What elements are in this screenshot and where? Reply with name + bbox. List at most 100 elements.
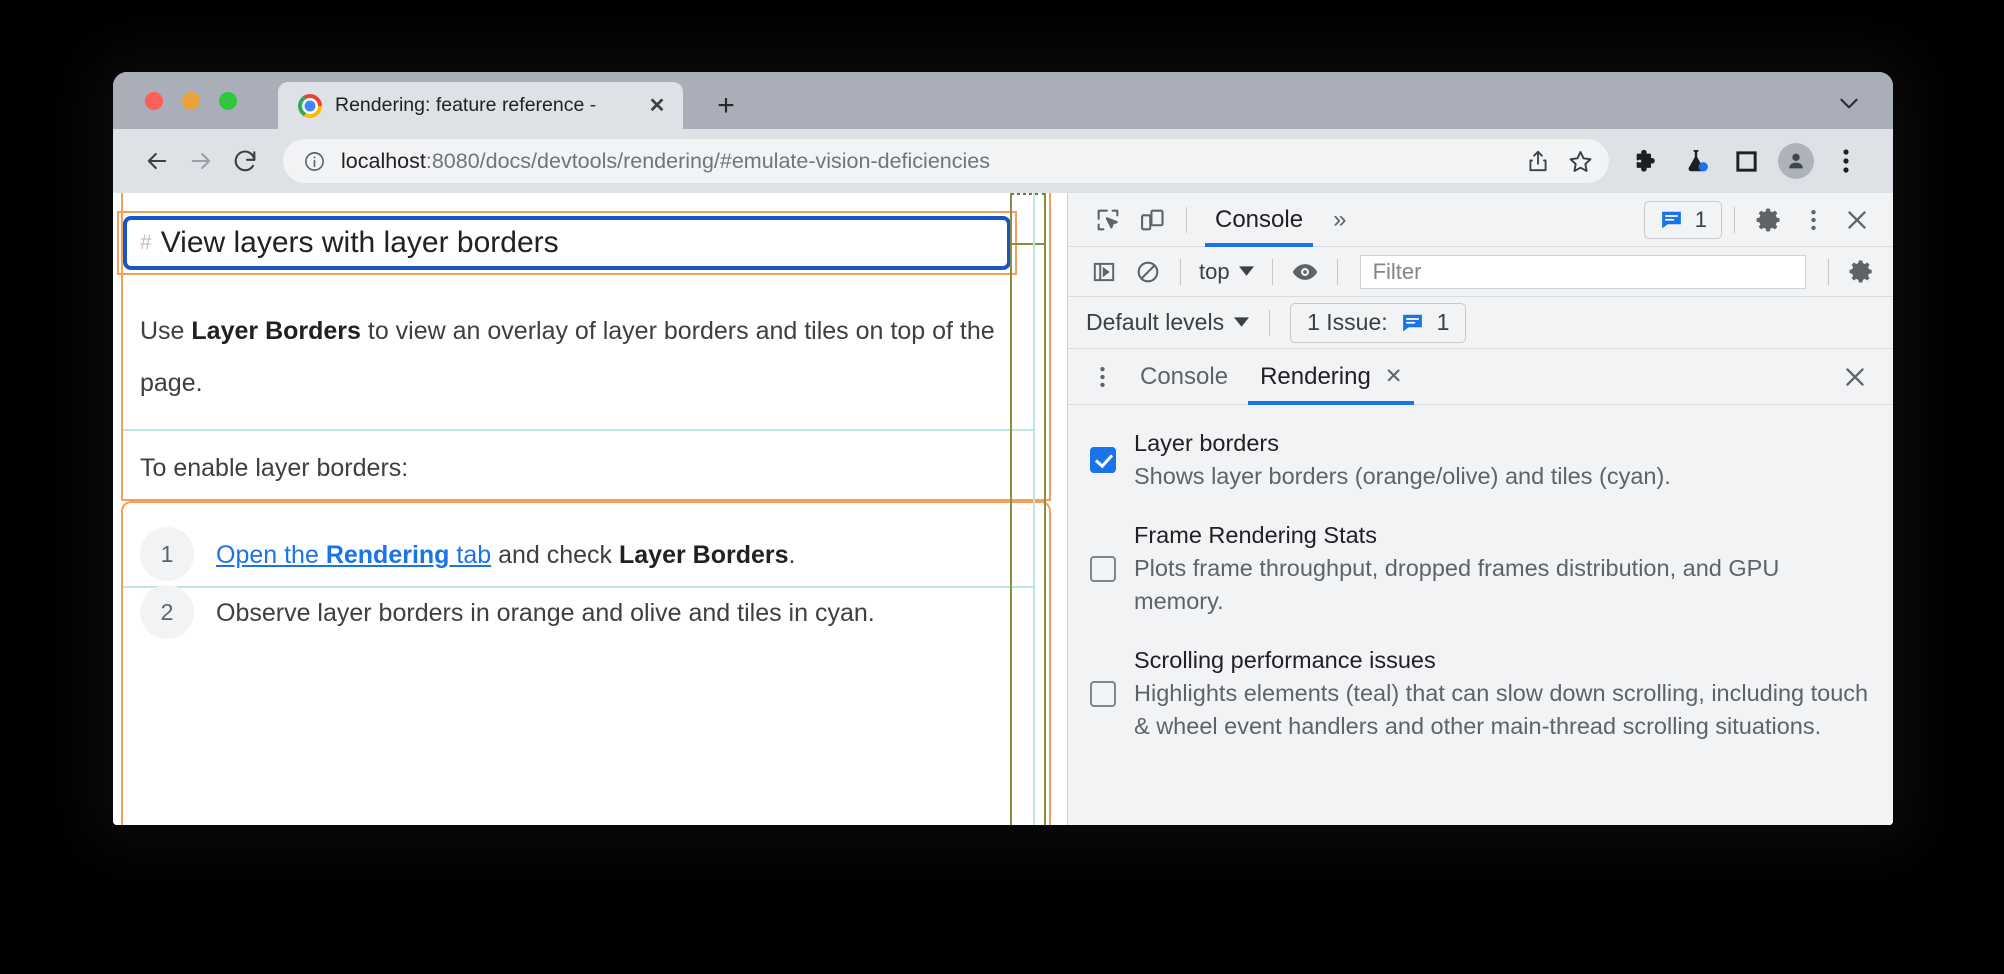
chevron-down-icon[interactable]: [1831, 88, 1867, 118]
more-panels-button[interactable]: »: [1319, 200, 1360, 240]
layer-border-scrollbar-top: [1010, 193, 1046, 195]
execution-context-value: top: [1199, 258, 1230, 284]
star-icon[interactable]: [1559, 140, 1601, 182]
inspect-element-icon[interactable]: [1086, 200, 1130, 240]
browser-tab[interactable]: Rendering: feature reference - ✕: [278, 82, 683, 129]
page-heading-layer: # View layers with layer borders: [123, 216, 1011, 270]
option-texts: Layer borders Shows layer borders (orang…: [1134, 427, 1871, 493]
rendering-tab-link[interactable]: Open the Rendering tab: [216, 541, 491, 569]
filter-input[interactable]: Filter: [1359, 254, 1806, 289]
execution-context-select[interactable]: top: [1191, 259, 1262, 285]
reload-icon[interactable]: [223, 139, 267, 183]
window-controls: [145, 92, 237, 110]
paragraph-1-bold: Layer Borders: [191, 317, 361, 345]
option-texts: Scrolling performance issues Highlights …: [1134, 644, 1871, 743]
close-window-button[interactable]: [145, 92, 163, 110]
heading-anchor-icon[interactable]: #: [140, 231, 152, 255]
layer-border-scrollbar-thumb: [1010, 193, 1046, 245]
browser-toolbar: localhost:8080/docs/devtools/rendering/#…: [113, 129, 1893, 193]
issues-counter-button[interactable]: 1: [1643, 200, 1722, 239]
link-bold: Rendering: [325, 541, 450, 569]
list-item-text: Open the Rendering tab and check Layer B…: [216, 527, 795, 573]
step-1-end: .: [788, 541, 796, 569]
step-1-bold: Layer Borders: [619, 541, 789, 569]
three-dots-vertical-icon[interactable]: [1080, 357, 1124, 397]
page-heading: # View layers with layer borders: [123, 216, 1011, 270]
divider: [1828, 258, 1829, 285]
option-description: Highlights elements (teal) that can slow…: [1134, 680, 1869, 739]
divider: [1336, 258, 1338, 285]
tab-console[interactable]: Console: [1199, 193, 1319, 247]
rendering-option-frame-rendering-stats[interactable]: Frame Rendering Stats Plots frame throug…: [1090, 519, 1871, 618]
new-tab-button[interactable]: +: [709, 89, 743, 123]
tab-title: Rendering: feature reference -: [335, 94, 597, 116]
share-icon[interactable]: [1517, 140, 1559, 182]
list-item: 2 Observe layer borders in orange and ol…: [140, 585, 1020, 639]
maximize-window-button[interactable]: [219, 92, 237, 110]
device-toolbar-icon[interactable]: [1130, 200, 1174, 240]
address-bar[interactable]: localhost:8080/docs/devtools/rendering/#…: [283, 139, 1609, 183]
eye-icon[interactable]: [1283, 252, 1327, 292]
avatar: [1778, 143, 1814, 179]
divider: [1269, 309, 1271, 336]
three-dots-vertical-icon[interactable]: [1791, 200, 1835, 240]
option-description: Shows layer borders (orange/olive) and t…: [1134, 463, 1671, 489]
issue-message-icon: [1400, 310, 1425, 335]
console-levels-row: Default levels 1 Issue: 1: [1068, 297, 1893, 349]
three-dots-vertical-icon[interactable]: [1821, 139, 1871, 183]
page-title: View layers with layer borders: [160, 226, 559, 259]
link-pre: Open the: [216, 541, 326, 569]
page-viewport[interactable]: # View layers with layer borders Use Lay…: [113, 193, 1067, 825]
option-title: Layer borders: [1134, 430, 1279, 456]
issue-message-icon: [1659, 207, 1684, 232]
minimize-window-button[interactable]: [182, 92, 200, 110]
puzzle-piece-icon[interactable]: [1621, 139, 1671, 183]
option-title: Scrolling performance issues: [1134, 647, 1436, 673]
forward-arrow-icon[interactable]: [179, 139, 223, 183]
side-panel-icon[interactable]: [1721, 139, 1771, 183]
list-item-number: 1: [140, 527, 194, 581]
drawer-tab-close-icon[interactable]: ✕: [1385, 364, 1403, 389]
info-circle-icon[interactable]: [301, 150, 327, 173]
scrolling-performance-issues-checkbox[interactable]: [1090, 680, 1116, 707]
devtools-panel: Console » 1 top Filter Default levels 1 …: [1067, 193, 1893, 825]
chevron-down-icon: [1238, 266, 1254, 277]
back-arrow-icon[interactable]: [135, 139, 179, 183]
tab-close-button[interactable]: ✕: [643, 92, 671, 120]
flask-icon[interactable]: [1671, 139, 1721, 183]
log-levels-select[interactable]: Default levels: [1086, 309, 1250, 336]
issue-label: 1 Issue:: [1307, 309, 1388, 335]
option-description: Plots frame throughput, dropped frames d…: [1134, 555, 1780, 614]
chrome-logo-icon: [298, 93, 322, 118]
layer-borders-checkbox[interactable]: [1090, 447, 1116, 473]
drawer-tab-rendering[interactable]: Rendering ✕: [1244, 349, 1418, 405]
browser-window: Rendering: feature reference - ✕ + local…: [113, 72, 1893, 825]
divider: [1734, 206, 1735, 233]
url-host: localhost: [341, 148, 426, 173]
gear-icon[interactable]: [1839, 252, 1883, 292]
url-text: localhost:8080/docs/devtools/rendering/#…: [341, 149, 1517, 174]
list-item-number: 2: [140, 585, 194, 639]
tile-border-vertical: [1033, 193, 1035, 825]
divider: [1180, 258, 1181, 285]
profile-avatar-icon[interactable]: [1771, 139, 1821, 183]
rendering-options-list: Layer borders Shows layer borders (orang…: [1068, 405, 1893, 825]
divider: [1186, 206, 1187, 233]
gear-icon[interactable]: [1747, 200, 1791, 240]
close-icon[interactable]: [1833, 357, 1877, 397]
rendering-option-layer-borders[interactable]: Layer borders Shows layer borders (orang…: [1090, 427, 1871, 493]
list-item: 1 Open the Rendering tab and check Layer…: [140, 527, 1020, 581]
drawer-tab-label: Rendering: [1260, 362, 1371, 390]
frame-rendering-stats-checkbox[interactable]: [1090, 555, 1116, 582]
drawer-tab-console[interactable]: Console: [1124, 349, 1244, 405]
link-post: tab: [449, 541, 492, 569]
issue-badge[interactable]: 1 Issue: 1: [1290, 302, 1467, 343]
clear-console-icon[interactable]: [1126, 252, 1170, 292]
page-scroll-container: # View layers with layer borders Use Lay…: [113, 193, 1067, 825]
tab-strip: Rendering: feature reference - ✕ +: [113, 72, 1893, 129]
rendering-option-scrolling-performance-issues[interactable]: Scrolling performance issues Highlights …: [1090, 644, 1871, 743]
url-path: :8080/docs/devtools/rendering/#emulate-v…: [425, 148, 990, 173]
close-icon[interactable]: [1835, 200, 1879, 240]
drawer-tab-bar: Console Rendering ✕: [1068, 349, 1893, 405]
console-sidebar-icon[interactable]: [1082, 252, 1126, 292]
